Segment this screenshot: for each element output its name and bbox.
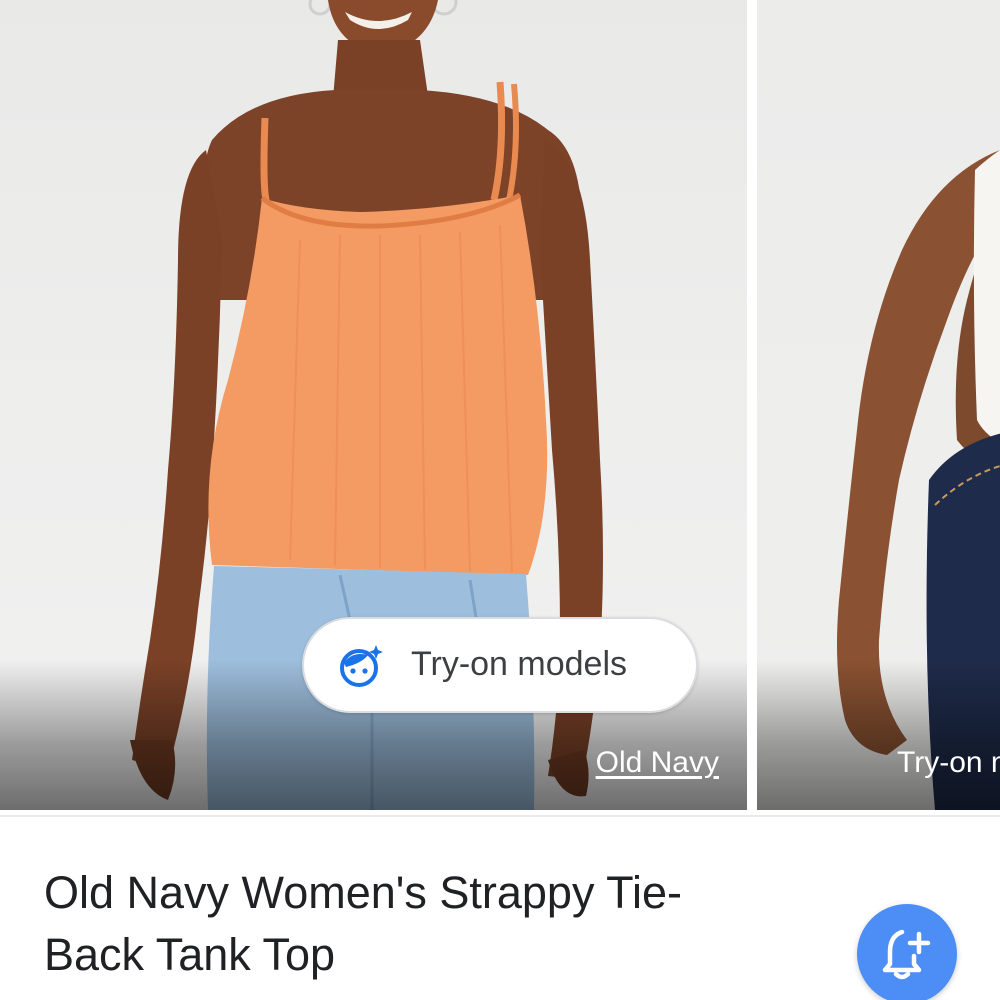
- product-page: Old Navy Try-on m: [0, 0, 1000, 1000]
- bell-plus-icon: [882, 929, 931, 980]
- divider: [0, 815, 1000, 817]
- price-alert-button[interactable]: [857, 904, 957, 1000]
- tryon-label-partial: Try-on m: [897, 746, 1000, 779]
- tryon-models-button[interactable]: Try-on models: [302, 617, 698, 713]
- tryon-models-label: Try-on models: [411, 645, 628, 683]
- product-title: Old Navy Women's Strappy Tie-Back Tank T…: [44, 867, 682, 980]
- image-gradient-overlay-next: [757, 660, 1000, 810]
- face-sparkle-icon: [340, 645, 383, 687]
- image-carousel[interactable]: Old Navy Try-on m: [0, 0, 1000, 812]
- carousel-card-next[interactable]: Try-on m: [757, 0, 1000, 810]
- source-link[interactable]: Old Navy: [596, 746, 719, 780]
